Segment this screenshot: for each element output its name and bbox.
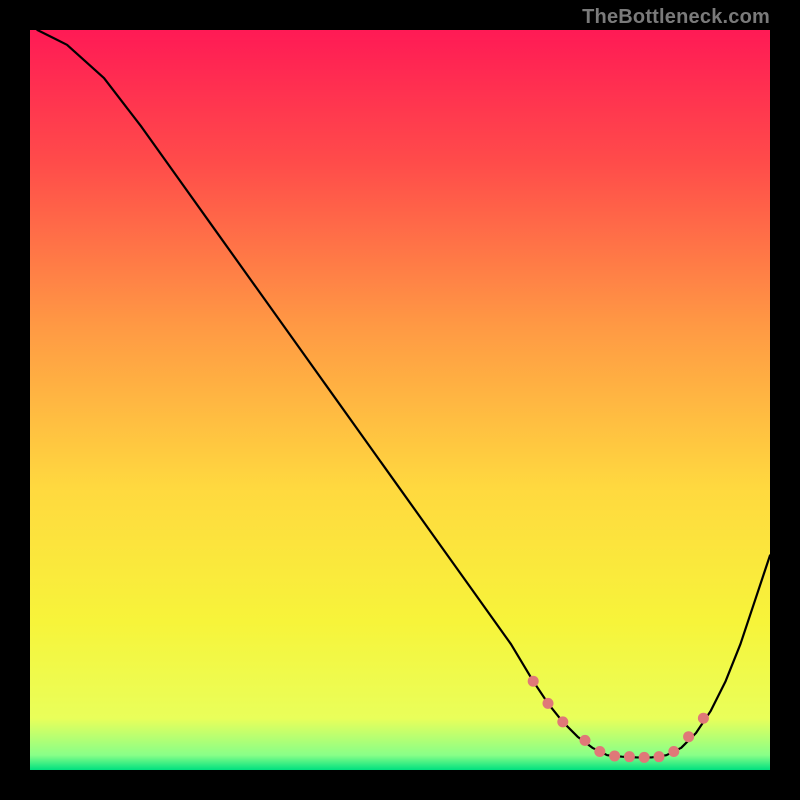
marker-point — [557, 716, 568, 727]
marker-point — [609, 750, 620, 761]
marker-point — [594, 746, 605, 757]
marker-point — [624, 751, 635, 762]
chart-svg — [30, 30, 770, 770]
marker-point — [639, 752, 650, 763]
marker-point — [683, 731, 694, 742]
chart-container: TheBottleneck.com — [0, 0, 800, 800]
marker-point — [654, 751, 665, 762]
marker-point — [543, 698, 554, 709]
marker-point — [580, 735, 591, 746]
marker-point — [698, 713, 709, 724]
gradient-background — [30, 30, 770, 770]
marker-point — [668, 746, 679, 757]
plot-area — [30, 30, 770, 770]
marker-point — [528, 676, 539, 687]
watermark-text: TheBottleneck.com — [582, 6, 770, 29]
